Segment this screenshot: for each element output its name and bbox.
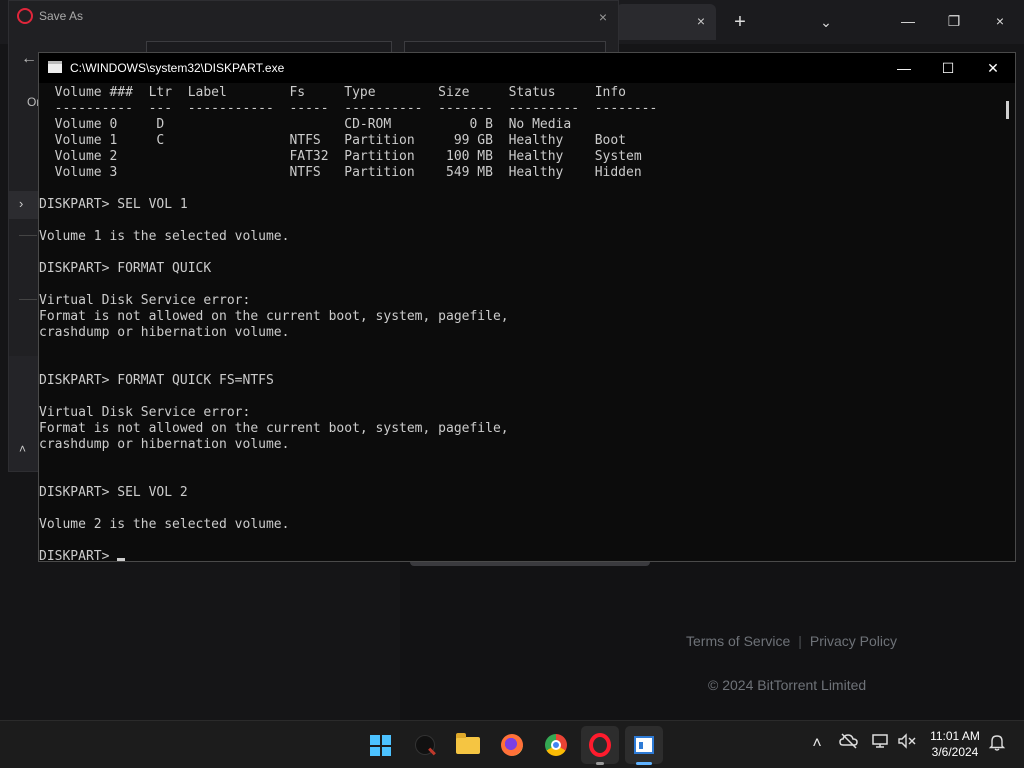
console-scrollbar[interactable]: [1001, 85, 1015, 561]
console-line: ---------- --- ----------- ----- -------…: [39, 101, 658, 116]
console-line: Format is not allowed on the current boo…: [39, 309, 509, 324]
console-line: Volume 1 C NTFS Partition 99 GB Healthy …: [39, 133, 626, 148]
console-line: Volume 0 D CD-ROM 0 B No Media: [39, 117, 572, 132]
console-line: Volume 2 is the selected volume.: [39, 517, 290, 532]
console-maximize-button[interactable]: ☐: [925, 53, 971, 83]
console-line: Volume ### Ltr Label Fs Type Size Status…: [39, 85, 626, 100]
nav-divider: [19, 235, 37, 236]
tab-close-icon[interactable]: ×: [690, 10, 712, 32]
opera-running-indicator: [596, 762, 604, 765]
footer-links: Terms of Service | Privacy Policy: [686, 633, 897, 649]
console-line: Virtual Disk Service error:: [39, 405, 251, 420]
copyright-text: © 2024 BitTorrent Limited: [708, 677, 867, 693]
nav-divider: [19, 299, 37, 300]
console-close-button[interactable]: ✕: [970, 53, 1016, 83]
chrome-glyph: [545, 734, 567, 756]
console-output[interactable]: Volume ### Ltr Label Fs Type Size Status…: [39, 85, 999, 561]
terms-of-service-link[interactable]: Terms of Service: [686, 633, 790, 649]
console-title: C:\WINDOWS\system32\DISKPART.exe: [70, 61, 285, 75]
console-line: Volume 2 FAT32 Partition 100 MB Healthy …: [39, 149, 642, 164]
dialog-scrollbar[interactable]: ˄: [9, 356, 39, 471]
firefox-glyph: [501, 734, 523, 756]
diskpart-console-window: C:\WINDOWS\system32\DISKPART.exe — ☐ ✕ V…: [38, 52, 1016, 562]
browser-close-button[interactable]: ×: [980, 6, 1020, 36]
save-as-title: Save As: [39, 9, 84, 23]
cmd-active-indicator: [636, 762, 652, 765]
command-prompt-icon[interactable]: [625, 726, 663, 764]
firefox-icon[interactable]: [493, 726, 531, 764]
browser-maximize-button[interactable]: ❐: [934, 6, 974, 36]
opera-glyph: [589, 733, 611, 757]
chrome-icon[interactable]: [537, 726, 575, 764]
search-handle: [428, 747, 436, 756]
console-line: crashdump or hibernation volume.: [39, 437, 290, 452]
onedrive-offline-icon[interactable]: [838, 733, 860, 755]
nav-pane-expand[interactable]: ›: [9, 191, 39, 219]
console-line: DISKPART> FORMAT QUICK FS=NTFS: [39, 373, 274, 388]
console-line: Volume 3 NTFS Partition 549 MB Healthy H…: [39, 165, 642, 180]
console-scroll-thumb[interactable]: [1006, 101, 1009, 119]
footer-separator: |: [798, 633, 802, 649]
text-cursor: [117, 558, 126, 561]
opera-logo-icon: [17, 8, 33, 24]
console-line: Virtual Disk Service error:: [39, 293, 251, 308]
taskbar: ˄ 11:01 AM 3/6/2024: [0, 720, 1024, 768]
notification-bell-icon[interactable]: [986, 733, 1008, 755]
console-titlebar[interactable]: C:\WINDOWS\system32\DISKPART.exe — ☐ ✕: [39, 53, 1015, 83]
chevron-up-icon[interactable]: ˄: [19, 442, 26, 456]
privacy-policy-link[interactable]: Privacy Policy: [810, 633, 897, 649]
folder-glyph: [456, 733, 480, 754]
console-line: DISKPART> SEL VOL 2: [39, 485, 188, 500]
close-icon[interactable]: ×: [593, 7, 613, 27]
console-line: DISKPART> FORMAT QUICK: [39, 261, 212, 276]
console-minimize-button[interactable]: —: [881, 53, 927, 83]
browser-minimize-button[interactable]: —: [888, 6, 928, 36]
system-clock[interactable]: 11:01 AM 3/6/2024: [922, 728, 988, 760]
chevron-right-icon: ›: [19, 196, 24, 211]
cmd-glyph: [634, 736, 654, 754]
opera-icon[interactable]: [581, 726, 619, 764]
clock-date: 3/6/2024: [931, 745, 979, 759]
windows-logo: [370, 735, 391, 756]
console-line: Volume 1 is the selected volume.: [39, 229, 290, 244]
console-app-icon: [48, 61, 62, 73]
console-line: crashdump or hibernation volume.: [39, 325, 290, 340]
chevron-down-icon[interactable]: ⌄: [814, 8, 838, 36]
new-tab-icon[interactable]: +: [728, 8, 752, 36]
windows-start-icon[interactable]: [361, 726, 399, 764]
console-line: DISKPART> SEL VOL 1: [39, 197, 188, 212]
console-line: Format is not allowed on the current boo…: [39, 421, 509, 436]
search-icon[interactable]: [405, 726, 443, 764]
clock-time: 11:01 AM: [930, 729, 980, 743]
console-line: DISKPART>: [39, 549, 999, 561]
file-explorer-icon[interactable]: [449, 726, 487, 764]
volume-muted-icon[interactable]: [896, 733, 918, 755]
tray-overflow-chevron-icon[interactable]: ˄: [806, 733, 828, 755]
network-icon[interactable]: [870, 733, 892, 755]
page-edge-marker: [1016, 190, 1024, 206]
save-as-titlebar[interactable]: Save As ×: [9, 1, 618, 33]
